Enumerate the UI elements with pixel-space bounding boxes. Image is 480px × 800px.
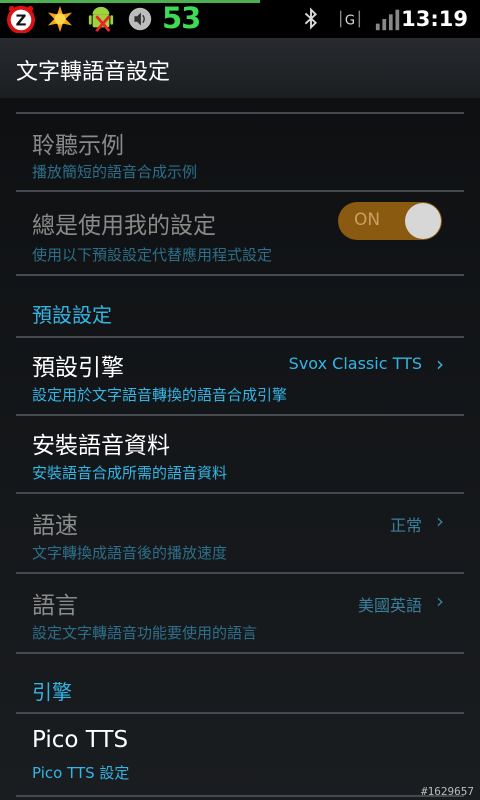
speech-rate-summary: 文字轉換成語音後的播放速度 [32, 544, 228, 562]
toggle-label: ON [354, 210, 381, 230]
always-use-toggle[interactable]: ON [338, 202, 442, 240]
speech-rate-title: 語速 [32, 513, 78, 539]
signal-icon [375, 9, 400, 31]
install-voice-data-summary: 安裝語音合成所需的語音資料 [32, 464, 228, 482]
install-voice-data-title: 安裝語音資料 [32, 433, 170, 459]
page-title: 文字轉語音設定 [16, 60, 171, 85]
divider [16, 652, 464, 654]
pico-tts-item[interactable]: Pico TTS Pico TTS 設定 [0, 714, 480, 794]
default-engine-item[interactable]: 預設引擎 設定用於文字語音轉換的語音合成引擎 Svox Classic TTS … [0, 338, 480, 414]
network-g-icon: G [339, 10, 361, 29]
listen-example-item[interactable]: 聆聽示例 播放簡短的語音合成示例 [0, 114, 480, 190]
language-title: 語言 [32, 593, 78, 619]
default-engine-title: 預設引擎 [32, 355, 124, 381]
listen-example-title: 聆聽示例 [32, 133, 124, 159]
chevron-right-icon: › [436, 352, 444, 376]
always-use-settings-title: 總是使用我的設定 [32, 213, 216, 239]
default-engine-value: Svox Classic TTS [288, 354, 422, 373]
svg-text:Z: Z [16, 12, 27, 30]
speech-rate-value: 正常 [389, 516, 422, 535]
volume-icon [128, 7, 152, 31]
always-use-settings-item[interactable]: 總是使用我的設定 使用以下預設設定代替應用程式設定 ON [0, 192, 480, 274]
battery-level: 53 [162, 1, 201, 35]
status-progress-line [0, 0, 260, 3]
section-header-engines: 引擎 [32, 680, 72, 704]
always-use-settings-summary: 使用以下預設設定代替應用程式設定 [32, 246, 273, 264]
default-engine-summary: 設定用於文字語音轉換的語音合成引擎 [32, 386, 288, 404]
speech-rate-item[interactable]: 語速 文字轉換成語音後的播放速度 正常 › [0, 494, 480, 572]
listen-example-summary: 播放簡短的語音合成示例 [32, 163, 198, 181]
chevron-right-icon: › [436, 589, 444, 613]
sun-icon [47, 5, 73, 33]
settings-list: 聆聽示例 播放簡短的語音合成示例 總是使用我的設定 使用以下預設設定代替應用程式… [0, 98, 480, 800]
pico-tts-summary: Pico TTS 設定 [32, 764, 130, 782]
language-value: 美國英語 [357, 596, 422, 615]
language-summary: 設定文字轉語音功能要使用的語言 [32, 624, 258, 642]
bluetooth-icon [304, 7, 318, 30]
language-item[interactable]: 語言 設定文字轉語音功能要使用的語言 美國英語 › [0, 574, 480, 652]
install-voice-data-item[interactable]: 安裝語音資料 安裝語音合成所需的語音資料 [0, 416, 480, 492]
action-bar: 文字轉語音設定 [0, 38, 480, 99]
watermark: #1629657 [421, 785, 474, 798]
toggle-knob [405, 203, 441, 239]
android-icon [88, 6, 114, 33]
chevron-right-icon: › [436, 509, 444, 533]
svg-text:G: G [345, 14, 355, 29]
divider [16, 795, 464, 797]
section-header-default: 預設設定 [32, 303, 112, 327]
z-app-icon: Z [7, 5, 35, 33]
pico-tts-title: Pico TTS [32, 727, 129, 753]
divider [16, 274, 464, 276]
status-bar: Z 53 G 13:19 [0, 0, 480, 38]
clock: 13:19 [401, 7, 468, 31]
